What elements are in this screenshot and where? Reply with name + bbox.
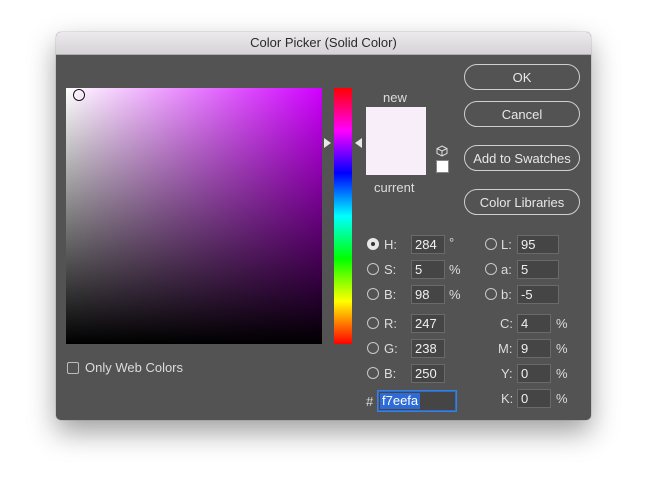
only-web-colors-label: Only Web Colors (85, 360, 184, 375)
lab-b-input[interactable]: -5 (517, 285, 559, 304)
lab-l-input[interactable]: 95 (517, 235, 559, 254)
hex-value-selected: f7eefa (380, 393, 421, 409)
radio-lab-l[interactable] (485, 238, 497, 250)
add-to-swatches-button[interactable]: Add to Swatches (464, 145, 580, 171)
brightness-unit: % (449, 287, 461, 302)
blue-input[interactable]: 250 (411, 364, 445, 383)
black-input[interactable]: 0 (517, 389, 551, 408)
color-field-cursor[interactable] (73, 89, 85, 101)
hex-input[interactable]: f7eefa (378, 391, 456, 411)
ok-button[interactable]: OK (464, 64, 580, 90)
brightness-label: B: (384, 287, 397, 302)
hue-slider-right-arrow-icon[interactable] (355, 138, 362, 148)
green-label: G: (384, 341, 398, 356)
black-unit: % (556, 391, 568, 406)
yellow-input[interactable]: 0 (517, 364, 551, 383)
red-label: R: (384, 316, 397, 331)
new-label: new (383, 90, 407, 105)
web-safe-color-swatch[interactable] (436, 160, 449, 173)
radio-lab-a[interactable] (485, 263, 497, 275)
saturation-unit: % (449, 262, 461, 277)
window-title: Color Picker (Solid Color) (56, 32, 591, 55)
radio-saturation[interactable] (367, 263, 379, 275)
hue-input[interactable]: 284 (411, 235, 445, 254)
hex-prefix: # (366, 394, 374, 409)
color-libraries-button[interactable]: Color Libraries (464, 189, 580, 215)
blue-label: B: (384, 366, 397, 381)
radio-brightness[interactable] (367, 288, 379, 300)
hue-unit: ° (449, 235, 455, 250)
radio-blue[interactable] (367, 367, 379, 379)
current-label: current (374, 180, 415, 195)
lab-l-label: L: (501, 237, 512, 252)
new-color-swatch (366, 107, 426, 175)
cyan-input[interactable]: 4 (517, 314, 551, 333)
cyan-unit: % (556, 316, 568, 331)
radio-red[interactable] (367, 317, 379, 329)
hue-slider[interactable] (334, 88, 352, 344)
hue-label: H: (384, 237, 397, 252)
lab-a-input[interactable]: 5 (517, 260, 559, 279)
red-input[interactable]: 247 (411, 314, 445, 333)
out-of-gamut-cube-icon[interactable] (436, 145, 448, 157)
yellow-label: Y: (501, 366, 513, 381)
radio-green[interactable] (367, 342, 379, 354)
color-picker-dialog: Color Picker (Solid Color) new current O… (56, 32, 591, 420)
magenta-label: M: (498, 341, 513, 356)
green-input[interactable]: 238 (411, 339, 445, 358)
hue-slider-left-arrow-icon[interactable] (324, 138, 331, 148)
black-label: K: (501, 391, 514, 406)
brightness-input[interactable]: 98 (411, 285, 445, 304)
lab-a-label: a: (501, 262, 512, 277)
saturation-brightness-field[interactable] (66, 88, 322, 344)
radio-hue[interactable] (367, 238, 379, 250)
lab-b-label: b: (501, 287, 512, 302)
magenta-input[interactable]: 9 (517, 339, 551, 358)
yellow-unit: % (556, 366, 568, 381)
magenta-unit: % (556, 341, 568, 356)
cyan-label: C: (500, 316, 513, 331)
saturation-input[interactable]: 5 (411, 260, 445, 279)
only-web-colors-checkbox[interactable] (67, 362, 79, 374)
saturation-label: S: (384, 262, 397, 277)
radio-lab-b[interactable] (485, 288, 497, 300)
cancel-button[interactable]: Cancel (464, 101, 580, 127)
